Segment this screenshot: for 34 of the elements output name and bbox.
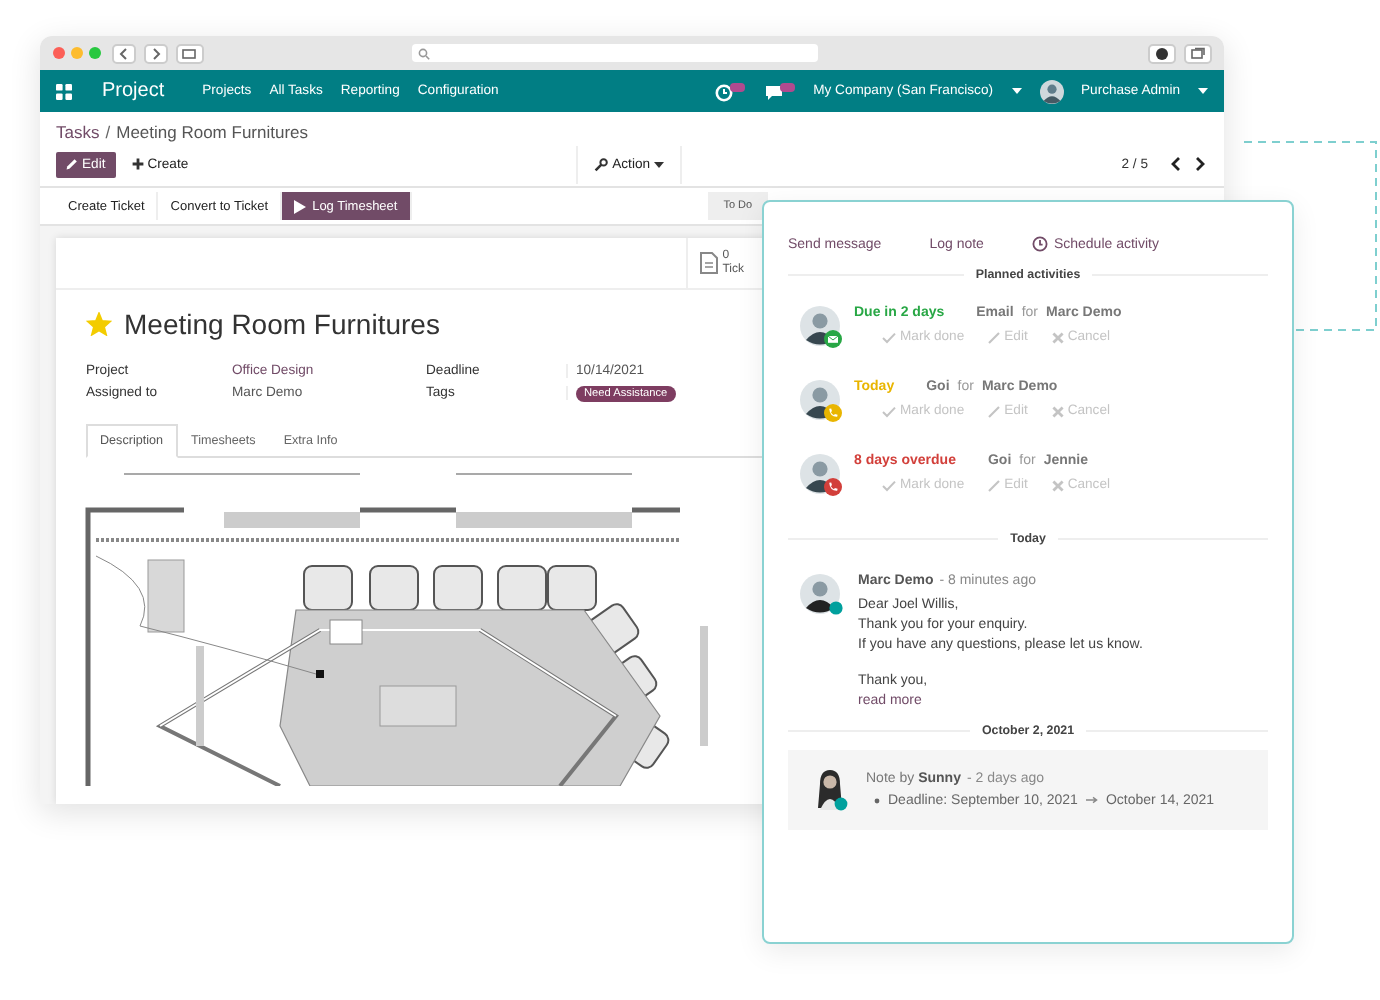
activity-clock-icon[interactable] xyxy=(713,81,746,101)
next-icon[interactable] xyxy=(1192,156,1208,172)
caret-icon xyxy=(654,161,665,167)
close-icon xyxy=(1051,331,1064,343)
document-icon xyxy=(700,252,719,274)
apps-menu-icon[interactable] xyxy=(56,83,72,99)
caret-icon xyxy=(1011,88,1021,94)
arrow-right-icon xyxy=(1085,796,1098,805)
play-icon xyxy=(294,199,307,213)
user-avatar-icon xyxy=(812,767,848,812)
caret-icon xyxy=(1198,88,1208,94)
user-avatar-icon xyxy=(800,574,844,618)
bullet-icon xyxy=(874,797,880,804)
back-icon[interactable] xyxy=(112,43,136,63)
star-icon[interactable] xyxy=(86,312,112,336)
window-controls-icon xyxy=(52,46,104,60)
previous-icon[interactable] xyxy=(1168,156,1184,172)
checkmark-icon xyxy=(882,405,896,417)
breadcrumb-item[interactable]: Tasks xyxy=(56,122,100,142)
breadcrumb-item[interactable]: Meeting Room Furnitures xyxy=(116,122,309,142)
checkmark-icon xyxy=(882,479,896,491)
clock-icon xyxy=(1031,236,1048,252)
close-icon xyxy=(1051,405,1064,417)
tabs-icon[interactable] xyxy=(1184,43,1212,63)
checkmark-icon xyxy=(882,331,896,343)
breadcrumb-separator: / xyxy=(105,122,111,142)
forward-icon[interactable] xyxy=(144,43,168,63)
app-title[interactable]: Project xyxy=(102,80,165,102)
plus-icon xyxy=(131,158,144,170)
messages-icon[interactable] xyxy=(763,81,796,101)
task-title: Meeting Room Furnitures xyxy=(124,308,440,340)
close-icon xyxy=(1051,479,1064,491)
search-icon xyxy=(418,47,430,59)
user-avatar-icon[interactable] xyxy=(1039,79,1063,103)
